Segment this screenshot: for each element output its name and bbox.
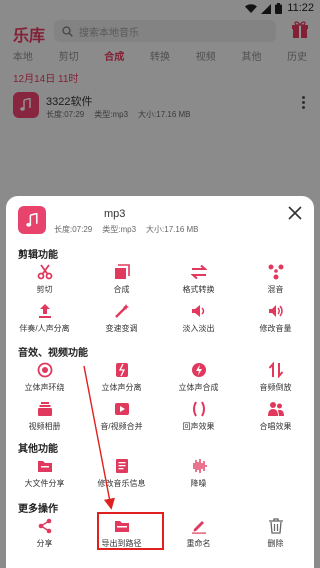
close-icon[interactable] — [288, 206, 302, 220]
delete-button[interactable]: 删除 — [237, 518, 314, 549]
echo-button[interactable]: 回声效果 — [160, 401, 237, 432]
surround-icon — [37, 362, 52, 378]
sheet-file-name: mp3 — [104, 208, 126, 220]
trash-icon — [268, 518, 283, 534]
sheet-duration: 长度:07:29 — [54, 225, 93, 234]
upload-icon — [38, 304, 51, 318]
av-merge-icon — [114, 403, 129, 415]
fade-button[interactable]: 淡入淡出 — [160, 303, 237, 334]
mix-icon — [268, 264, 283, 280]
reverse-icon — [268, 362, 283, 378]
merge-label: 合成 — [113, 285, 130, 294]
stereo-merge-label: 立体声合成 — [178, 383, 219, 392]
chorus-button[interactable]: 合唱效果 — [237, 401, 314, 432]
mix-label: 混音 — [267, 285, 284, 294]
cut-button[interactable]: 剪切 — [6, 264, 83, 295]
edit-tools-grid: 剪切 合成 格式转换 混音 伴奏/人声分离 变速变调 淡入淡出 修改音量 — [6, 264, 314, 334]
echo-label: 回声效果 — [182, 422, 215, 431]
effects-tools-grid: 立体声环绕 立体声分离 立体声合成 音频倒放 视频相册 音/视频合并 回声效果 — [6, 362, 314, 432]
convert-icon — [190, 264, 207, 280]
echo-icon — [192, 401, 205, 417]
edit-info-icon — [115, 459, 128, 473]
stereo-split-label: 立体声分离 — [101, 383, 142, 392]
speed-pitch-button[interactable]: 变速变调 — [83, 303, 160, 334]
stereo-surround-button[interactable]: 立体声环绕 — [6, 362, 83, 393]
volume-label: 修改音量 — [259, 324, 292, 333]
speed-pitch-label: 变速变调 — [105, 324, 138, 333]
folder-share-icon — [37, 461, 52, 472]
cut-label: 剪切 — [36, 285, 53, 294]
section-title-other: 其他功能 — [18, 444, 58, 455]
noise-reduction-label: 降噪 — [190, 479, 207, 488]
other-tools-grid: 大文件分享 修改音乐信息 降噪 — [6, 458, 314, 489]
share-label: 分享 — [36, 539, 53, 548]
fade-label: 淡入淡出 — [182, 324, 215, 333]
rename-button[interactable]: 重命名 — [160, 518, 237, 549]
large-file-share-label: 大文件分享 — [24, 479, 65, 488]
merge-icon — [114, 264, 130, 279]
format-convert-button[interactable]: 格式转换 — [160, 264, 237, 295]
noise-reduction-button[interactable]: 降噪 — [160, 458, 237, 489]
large-file-share-button[interactable]: 大文件分享 — [6, 458, 83, 489]
video-album-button[interactable]: 视频相册 — [6, 401, 83, 432]
volume-button[interactable]: 修改音量 — [237, 303, 314, 334]
bolt-icon — [191, 363, 206, 377]
music-note-icon — [25, 212, 38, 227]
volume-icon — [268, 305, 283, 317]
av-merge-label: 音/视频合并 — [100, 422, 143, 431]
share-icon — [38, 518, 51, 534]
export-highlight-box — [97, 512, 164, 550]
fade-icon — [191, 305, 204, 317]
reverse-label: 音频倒放 — [259, 383, 292, 392]
reverse-button[interactable]: 音频倒放 — [237, 362, 314, 393]
chorus-label: 合唱效果 — [259, 422, 292, 431]
stereo-merge-button[interactable]: 立体声合成 — [160, 362, 237, 393]
section-title-more: 更多操作 — [18, 504, 58, 515]
sheet-thumbnail — [18, 206, 46, 234]
vocal-separate-label: 伴奏/人声分离 — [19, 324, 70, 333]
rename-icon — [191, 521, 206, 534]
stereo-split-button[interactable]: 立体声分离 — [83, 362, 160, 393]
delete-label: 删除 — [267, 539, 284, 548]
action-sheet: mp3 长度:07:29 类型:mp3 大小:17.16 MB 剪辑功能 剪切 … — [6, 196, 314, 568]
edit-music-info-button[interactable]: 修改音乐信息 — [83, 458, 160, 489]
waveform-icon — [192, 459, 207, 473]
album-icon — [37, 402, 52, 416]
mix-button[interactable]: 混音 — [237, 264, 314, 295]
sheet-size: 大小:17.16 MB — [146, 225, 199, 234]
sheet-type: 类型:mp3 — [102, 225, 137, 234]
merge-button[interactable]: 合成 — [83, 264, 160, 295]
split-icon — [115, 363, 128, 377]
stereo-surround-label: 立体声环绕 — [24, 383, 65, 392]
format-convert-label: 格式转换 — [182, 285, 215, 294]
chorus-icon — [267, 402, 284, 416]
share-button[interactable]: 分享 — [6, 518, 83, 549]
scissors-icon — [37, 264, 52, 280]
edit-music-info-label: 修改音乐信息 — [97, 479, 146, 488]
av-merge-button[interactable]: 音/视频合并 — [83, 401, 160, 432]
section-title-effects: 音效、视频功能 — [18, 348, 88, 359]
vocal-separate-button[interactable]: 伴奏/人声分离 — [6, 303, 83, 334]
rename-label: 重命名 — [186, 539, 211, 548]
section-title-edit: 剪辑功能 — [18, 250, 58, 261]
video-album-label: 视频相册 — [28, 422, 61, 431]
magic-wand-icon — [114, 304, 129, 318]
